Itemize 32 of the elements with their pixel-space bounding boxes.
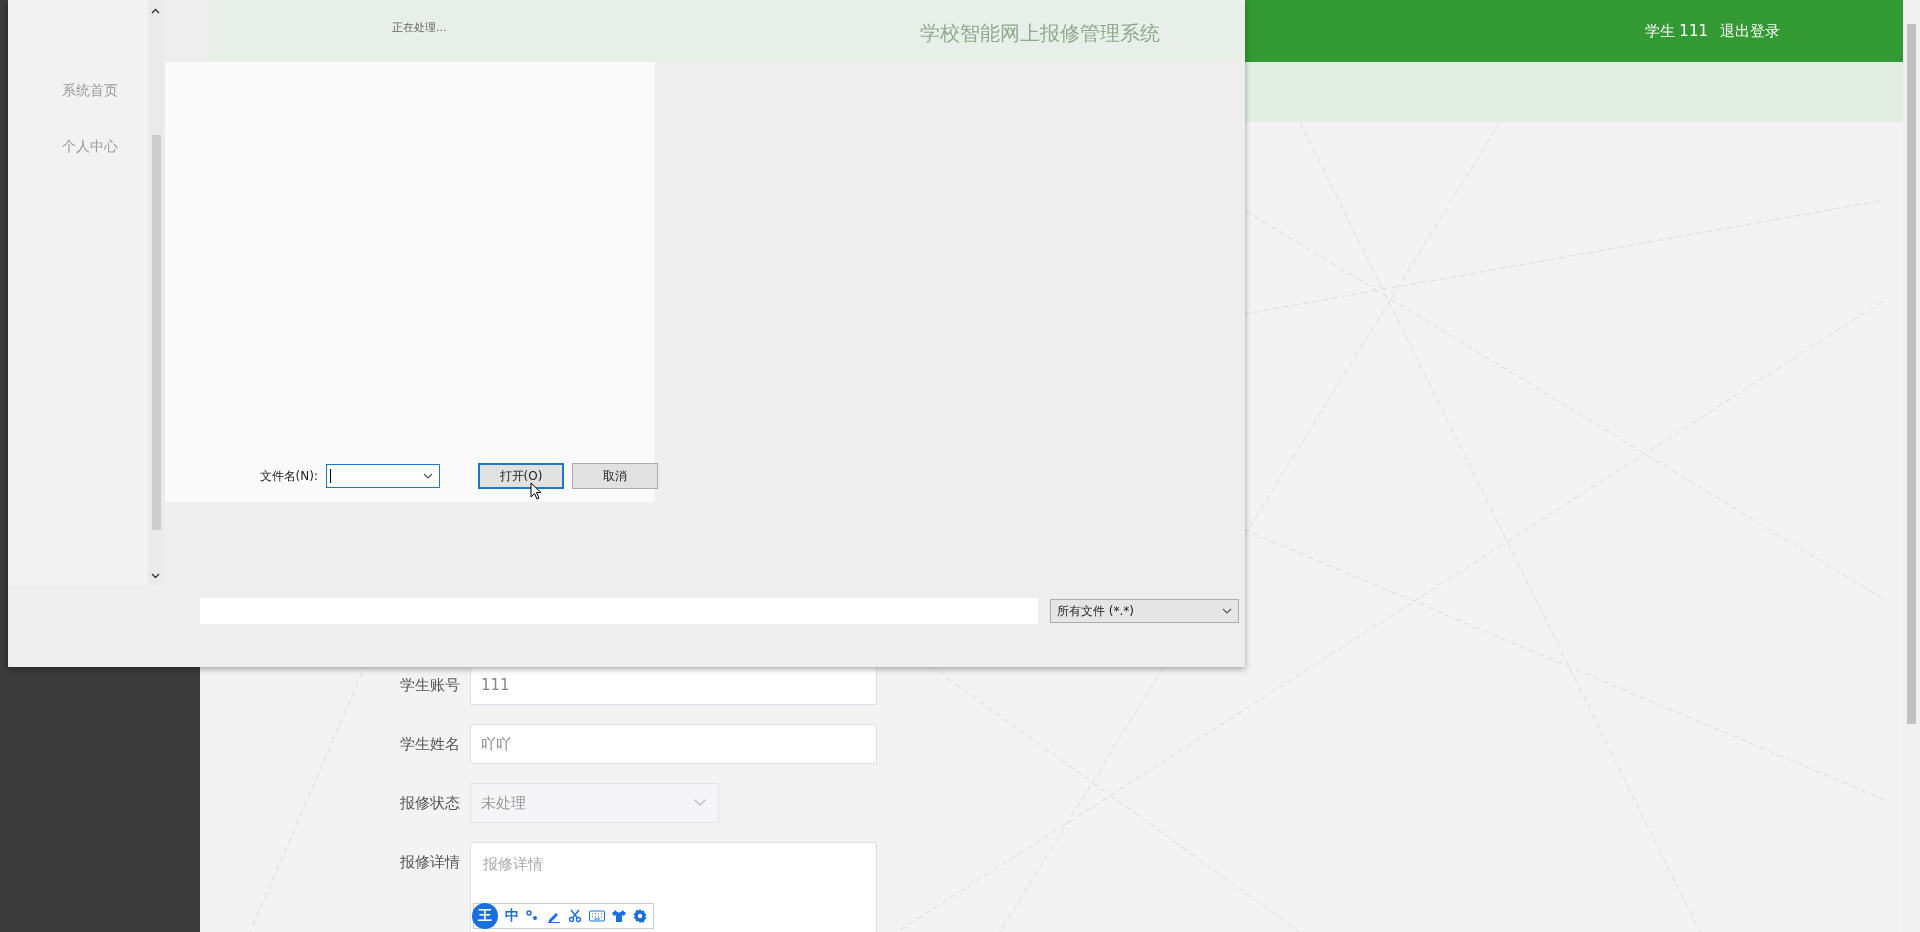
details-textarea[interactable]: 报修详情 王 中 <box>470 842 877 932</box>
ime-mode-toggle[interactable]: 中 <box>505 907 519 925</box>
scroll-up-icon[interactable] <box>151 8 160 14</box>
chevron-down-icon <box>694 799 706 807</box>
chevron-down-icon <box>1222 608 1232 614</box>
file-type-select[interactable]: 所有文件 (*.*) <box>1050 599 1239 623</box>
user-label: 学生 111 <box>1644 21 1708 41</box>
scissors-icon[interactable] <box>568 909 582 923</box>
punctuation-icon[interactable] <box>526 909 540 923</box>
textarea-placeholder: 报修详情 <box>483 855 543 874</box>
filename-combobox[interactable] <box>326 464 440 488</box>
nav-scrollbar[interactable] <box>148 0 164 585</box>
text-field[interactable]: 111 <box>470 665 877 705</box>
text-field[interactable]: 吖吖 <box>470 724 877 764</box>
faded-page-title: 学校智能网上报修管理系统 <box>920 20 1160 47</box>
ime-logo[interactable]: 王 <box>472 903 498 929</box>
mouse-pointer-icon <box>530 482 542 500</box>
processing-label: 正在处理... <box>392 20 447 35</box>
field-label: 报修详情 <box>399 852 460 873</box>
chevron-down-icon <box>423 473 433 479</box>
dialog-button[interactable]: 取消 <box>572 463 658 489</box>
keyboard-icon[interactable] <box>589 910 605 922</box>
status-select[interactable]: 未处理 <box>470 783 719 823</box>
field-label: 学生账号 <box>399 675 460 696</box>
shirt-icon[interactable] <box>612 909 626 923</box>
logout-link[interactable]: 退出登录 <box>1720 21 1780 41</box>
dialog-button[interactable]: 打开(O) <box>478 463 564 489</box>
filename-label: 文件名(N): <box>258 467 318 485</box>
settings-icon[interactable] <box>633 909 647 923</box>
field-label: 报修状态 <box>399 793 460 814</box>
scroll-down-icon[interactable] <box>151 573 160 579</box>
field-label: 学生姓名 <box>399 734 460 755</box>
